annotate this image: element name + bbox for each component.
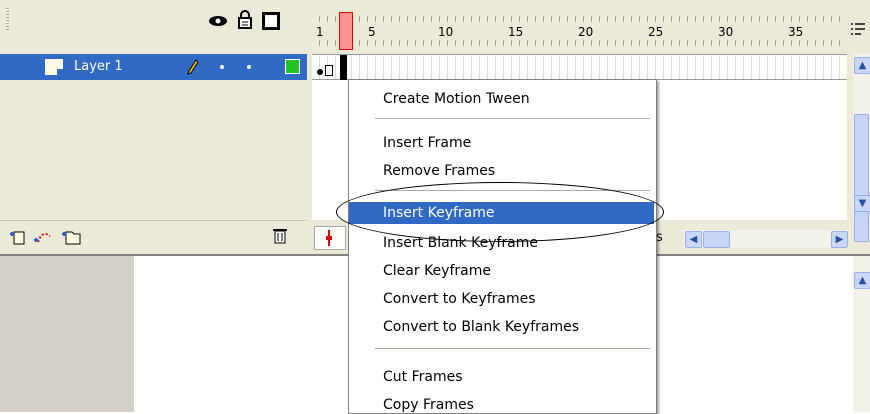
keyframe-dot[interactable]: [317, 69, 323, 75]
frame-end-marker: [325, 65, 333, 76]
stage-scroll-up-button[interactable]: ▲: [854, 272, 870, 289]
insert-layer-icon[interactable]: [8, 228, 28, 246]
layer-header: [0, 0, 307, 46]
selected-frame[interactable]: [340, 55, 347, 80]
stage-pasteboard: [0, 256, 134, 412]
menu-item-create-motion-tween[interactable]: Create Motion Tween: [349, 88, 654, 110]
ruler-number: 20: [578, 25, 594, 39]
menu-item-insert-keyframe[interactable]: Insert Keyframe: [349, 202, 654, 224]
eye-icon[interactable]: [208, 14, 228, 28]
lock-dot[interactable]: [247, 65, 251, 69]
lock-icon[interactable]: [237, 10, 253, 30]
layer-toolbar: [0, 220, 307, 253]
insert-folder-icon[interactable]: [60, 226, 82, 246]
center-frame-button[interactable]: [314, 226, 346, 250]
ruler-number: 30: [718, 25, 734, 39]
menu-separator: [375, 348, 650, 349]
menu-item-copy-frames[interactable]: Copy Frames: [349, 394, 654, 413]
layer-name: Layer 1: [74, 59, 123, 74]
menu-item-convert-to-blank-keyframes[interactable]: Convert to Blank Keyframes: [349, 316, 654, 338]
frame-row-layer-1[interactable]: [312, 54, 847, 80]
stage-vscroll[interactable]: ▲: [853, 256, 870, 412]
scroll-down-button[interactable]: ▼: [854, 195, 870, 212]
ruler-ticks-top: [312, 16, 842, 22]
layer-row[interactable]: Layer 1: [0, 54, 307, 80]
panel-options-icon[interactable]: [851, 22, 865, 36]
layer-list-empty: [0, 80, 307, 220]
menu-separator: [375, 118, 650, 119]
ruler-number: 10: [438, 25, 454, 39]
scroll-left-button[interactable]: ◀: [685, 231, 702, 248]
timeline-status-text: s: [656, 230, 663, 245]
timeline-hscroll[interactable]: ◀ ▶: [683, 230, 848, 248]
playhead[interactable]: [339, 12, 353, 50]
ruler-number: 1: [316, 25, 324, 39]
pencil-icon: [187, 59, 199, 75]
menu-item-clear-keyframe[interactable]: Clear Keyframe: [349, 260, 654, 282]
trash-icon[interactable]: [272, 227, 288, 245]
visibility-dot[interactable]: [220, 65, 224, 69]
ruler-number: 35: [788, 25, 804, 39]
menu-separator: [375, 190, 650, 191]
menu-item-convert-to-keyframes[interactable]: Convert to Keyframes: [349, 288, 654, 310]
timeline-vscroll[interactable]: ▲ ▼: [853, 54, 870, 242]
menu-item-remove-frames[interactable]: Remove Frames: [349, 160, 654, 182]
center-frame-icon: [326, 230, 332, 246]
layer-page-icon: [45, 59, 63, 75]
menu-item-insert-blank-keyframe[interactable]: Insert Blank Keyframe: [349, 232, 654, 254]
ruler-number: 15: [508, 25, 524, 39]
menu-item-insert-frame[interactable]: Insert Frame: [349, 132, 654, 154]
scroll-right-button[interactable]: ▶: [831, 231, 848, 248]
context-menu: Create Motion Tween Insert Frame Remove …: [348, 79, 657, 414]
outline-square-icon[interactable]: [262, 12, 280, 30]
panel-grip-icon[interactable]: [6, 8, 9, 30]
scroll-up-button[interactable]: ▲: [854, 57, 870, 74]
ruler-ticks-bottom: [312, 40, 842, 46]
hscroll-thumb[interactable]: [703, 231, 730, 248]
ruler-number: 25: [648, 25, 664, 39]
add-motion-guide-icon[interactable]: [32, 228, 54, 246]
ruler-number: 5: [368, 25, 376, 39]
layer-outline-color-swatch[interactable]: [285, 59, 300, 74]
menu-item-cut-frames[interactable]: Cut Frames: [349, 366, 654, 388]
scroll-thumb[interactable]: [854, 114, 869, 242]
